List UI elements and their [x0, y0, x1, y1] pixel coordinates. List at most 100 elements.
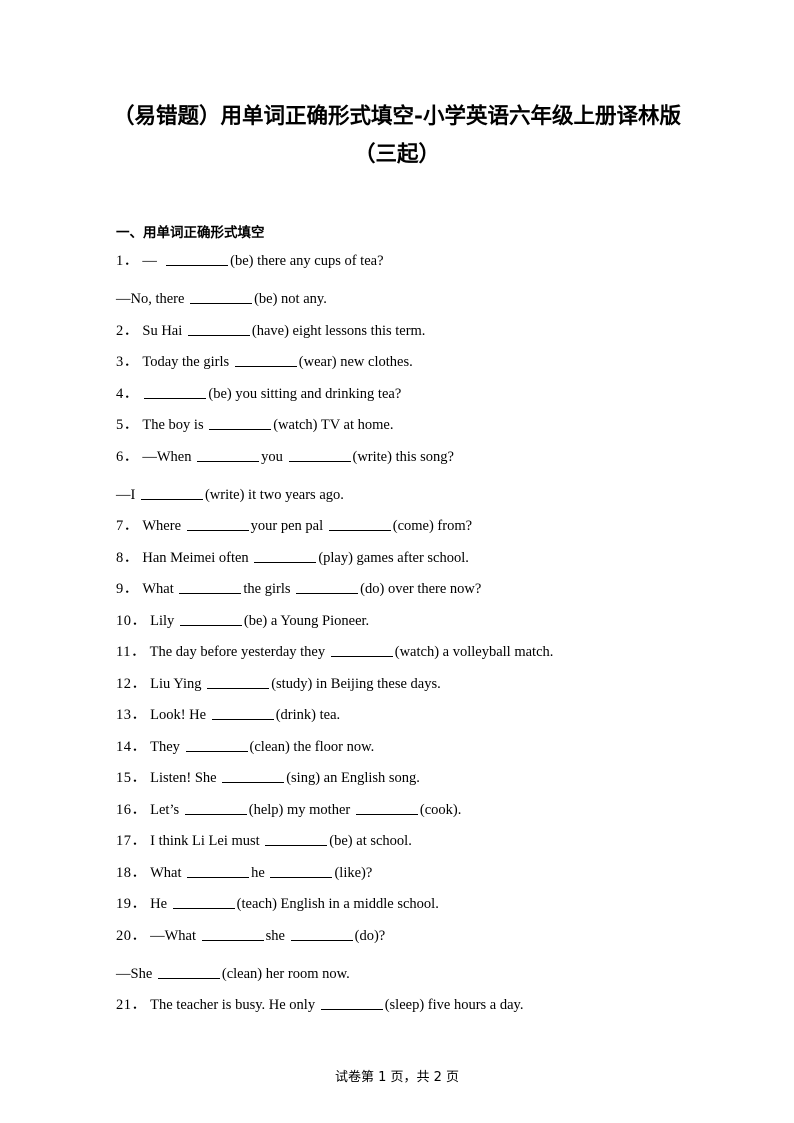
question-text: —No, there	[116, 291, 185, 307]
question-text: The day before yesterday they	[149, 644, 326, 660]
answer-blank[interactable]	[140, 487, 203, 500]
page-title: （易错题）用单词正确形式填空-小学英语六年级上册译林版 （三起）	[97, 98, 697, 174]
answer-blank[interactable]	[185, 739, 248, 752]
question-text: What	[142, 581, 174, 597]
question-number: 8．	[116, 549, 139, 566]
answer-blank[interactable]	[179, 581, 242, 594]
question-line: 1． — (be) there any cups of tea?	[116, 252, 682, 270]
answer-blank[interactable]	[296, 581, 359, 594]
question-text: (clean) her room now.	[221, 965, 350, 982]
question-text: (be) not any.	[254, 291, 327, 307]
question-number: 15．	[116, 770, 147, 786]
question-line: 4． (be) you sitting and drinking tea?	[116, 385, 682, 403]
question-text: —What	[150, 927, 197, 944]
question-text: (have) eight lessons this term.	[251, 322, 426, 339]
answer-blank[interactable]	[166, 253, 229, 266]
question-number: 17．	[116, 833, 147, 849]
question-line: 5． The boy is (watch) TV at home.	[116, 416, 682, 434]
question-number: 18．	[116, 864, 147, 881]
question-line: 6． —When you (write) this song?	[116, 448, 682, 466]
question-line: —She (clean) her room now.	[116, 965, 682, 983]
question-text: He	[150, 896, 168, 912]
answer-blank[interactable]	[209, 417, 272, 430]
question-text: (be) there any cups of tea?	[230, 253, 384, 269]
question-line: 13． Look! He (drink) tea.	[116, 706, 682, 724]
question-text: Listen! She	[150, 770, 217, 786]
answer-blank[interactable]	[190, 291, 253, 304]
answer-blank[interactable]	[211, 707, 274, 720]
question-number: 12．	[116, 675, 147, 692]
answer-blank[interactable]	[270, 865, 333, 878]
question-number: 21．	[116, 997, 147, 1013]
answer-blank[interactable]	[234, 354, 297, 367]
question-text: The teacher is busy. He only	[150, 997, 316, 1013]
question-number: 1．	[116, 253, 139, 269]
question-number: 2．	[116, 322, 139, 339]
question-text: —I	[116, 486, 136, 503]
question-text: (watch) a volleyball match.	[394, 644, 554, 660]
answer-blank[interactable]	[265, 833, 328, 846]
question-number: 3．	[116, 354, 139, 370]
answer-blank[interactable]	[320, 997, 383, 1010]
question-text: (sleep) five hours a day.	[384, 997, 524, 1013]
answer-blank[interactable]	[157, 966, 220, 979]
question-number: 5．	[116, 417, 139, 433]
question-text: (write) it two years ago.	[204, 486, 344, 503]
question-text: (like)?	[334, 864, 373, 881]
question-text: (cook).	[419, 801, 462, 818]
answer-blank[interactable]	[144, 386, 207, 399]
question-line: 21． The teacher is busy. He only (sleep)…	[116, 996, 682, 1014]
question-line: 17． I think Li Lei must (be) at school.	[116, 832, 682, 850]
question-text: The boy is	[142, 417, 204, 433]
question-line: 15． Listen! She (sing) an English song.	[116, 769, 682, 787]
question-text: (come) from?	[392, 518, 473, 534]
question-text: (wear) new clothes.	[298, 354, 413, 370]
question-line: 14． They (clean) the floor now.	[116, 738, 682, 756]
question-text: (do) over there now?	[360, 581, 482, 597]
question-text: (sing) an English song.	[286, 770, 420, 786]
question-line: 10． Lily (be) a Young Pioneer.	[116, 612, 682, 630]
question-number: 14．	[116, 738, 147, 755]
answer-blank[interactable]	[186, 518, 249, 531]
answer-blank[interactable]	[328, 518, 391, 531]
answer-blank[interactable]	[179, 613, 242, 626]
answer-blank[interactable]	[330, 644, 393, 657]
answer-blank[interactable]	[187, 323, 250, 336]
question-text: Today the girls	[142, 354, 230, 370]
worksheet-page: （易错题）用单词正确形式填空-小学英语六年级上册译林版 （三起） 一、用单词正确…	[0, 0, 794, 1123]
question-text: (play) games after school.	[318, 549, 469, 566]
question-text: I think Li Lei must	[150, 833, 260, 849]
answer-blank[interactable]	[254, 550, 317, 563]
question-line: 20． —What she (do)?	[116, 927, 682, 945]
answer-blank[interactable]	[197, 449, 260, 462]
answer-blank[interactable]	[201, 928, 264, 941]
question-line: 11． The day before yesterday they (watch…	[116, 643, 682, 661]
question-number: 20．	[116, 927, 147, 944]
question-text: your pen pal	[250, 518, 324, 534]
answer-blank[interactable]	[207, 676, 270, 689]
question-text: (be) you sitting and drinking tea?	[208, 385, 402, 402]
question-number: 19．	[116, 896, 147, 912]
question-number: 9．	[116, 581, 139, 597]
question-text: the girls	[243, 581, 291, 597]
answer-blank[interactable]	[355, 802, 418, 815]
question-text: (be) a Young Pioneer.	[243, 612, 370, 629]
question-line: 2． Su Hai (have) eight lessons this term…	[116, 322, 682, 340]
question-list: 1． — (be) there any cups of tea? —No, th…	[116, 252, 682, 1028]
question-text: (help) my mother	[248, 801, 351, 818]
question-number: 10．	[116, 612, 147, 629]
question-line: —I (write) it two years ago.	[116, 486, 682, 504]
question-number: 7．	[116, 518, 139, 534]
answer-blank[interactable]	[288, 449, 351, 462]
question-text: (watch) TV at home.	[273, 417, 394, 433]
question-text: What	[150, 864, 182, 881]
page-title-line-1: （易错题）用单词正确形式填空-小学英语六年级上册译林版	[113, 104, 681, 129]
answer-blank[interactable]	[187, 865, 250, 878]
answer-blank[interactable]	[222, 770, 285, 783]
question-text: Su Hai	[142, 322, 183, 339]
answer-blank[interactable]	[184, 802, 247, 815]
footer-text: 试卷第 1 页，共 2 页	[334, 1070, 460, 1085]
answer-blank[interactable]	[290, 928, 353, 941]
answer-blank[interactable]	[172, 896, 235, 909]
page-title-line-2: （三起）	[353, 142, 440, 167]
